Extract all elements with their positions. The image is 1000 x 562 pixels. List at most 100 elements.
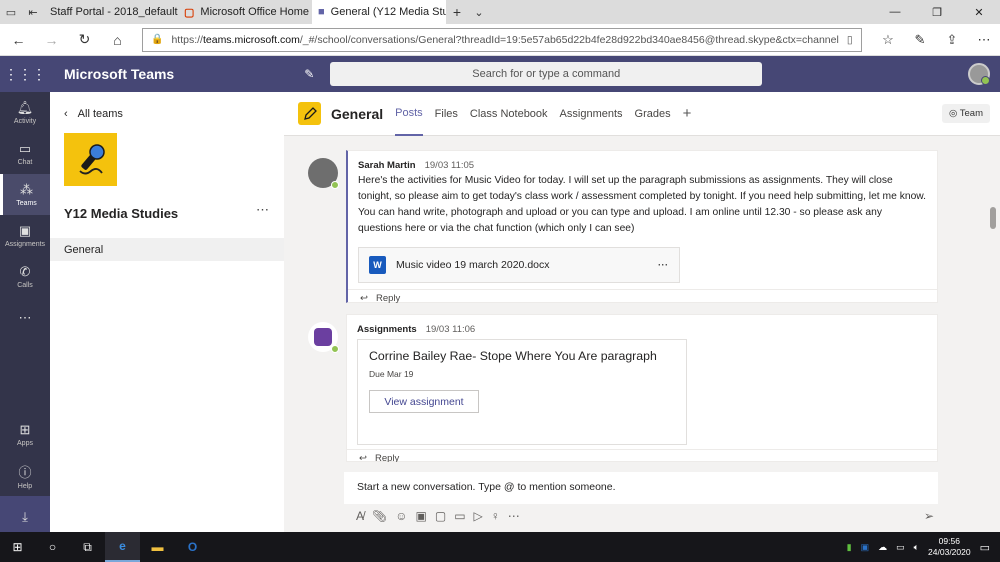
format-icon[interactable]: A̸ [356, 509, 364, 523]
browser-tab-office-home[interactable]: ▢ Microsoft Office Home [178, 0, 312, 24]
start-icon[interactable]: ⊞ [0, 532, 35, 562]
presence-badge [331, 181, 339, 189]
rail-item-activity[interactable]: 🔔︎ Activity [0, 92, 50, 133]
reply-button[interactable]: ↩ Reply [348, 289, 937, 307]
new-chat-icon[interactable]: ✎ [304, 67, 314, 81]
rail-item-help[interactable]: ⓘ Help [0, 455, 50, 496]
bell-icon: 🔔︎ [16, 100, 34, 115]
tray-app-icon[interactable]: ▮ [847, 542, 852, 553]
cortana-icon[interactable]: ○ [35, 532, 70, 562]
view-assignment-button[interactable]: View assignment [369, 390, 479, 413]
message-card: Assignments 19/03 11:06 Corrine Bailey R… [346, 314, 938, 462]
clock[interactable]: 09:56 24/03/2020 [928, 536, 971, 558]
reading-view-icon[interactable]: ▯ [847, 34, 853, 46]
tab-dropdown-icon[interactable]: ⌄ [468, 0, 490, 24]
rail-item-calls[interactable]: ✆ Calls [0, 256, 50, 297]
notifications-icon[interactable]: ▭ [980, 541, 990, 554]
tray-onedrive-icon[interactable]: ☁ [878, 542, 887, 553]
praise-icon[interactable]: ♀ [491, 509, 500, 523]
address-bar: ← → ↻ ⌂ 🔒 https://teams.microsoft.com/_#… [0, 24, 1000, 56]
task-view-icon[interactable]: ⧉ [70, 532, 105, 562]
minimize-icon[interactable]: — [874, 0, 916, 24]
tab-assignments[interactable]: Assignments [560, 92, 623, 136]
apps-icon: ⊞ [19, 422, 31, 437]
assignment-title: Corrine Bailey Rae- Stope Where You Are … [369, 349, 657, 363]
tray-network-icon[interactable]: ▭ [896, 542, 905, 553]
scrollbar[interactable] [990, 207, 996, 229]
rail-more-icon[interactable]: ⋯ [0, 297, 50, 338]
tab-grades[interactable]: Grades [635, 92, 671, 136]
lock-icon: 🔒 [151, 34, 164, 45]
team-button-label: Team [959, 108, 983, 119]
file-attachment[interactable]: W Music video 19 march 2020.docx ⋯ [358, 247, 680, 283]
window-close-icon[interactable]: ✕ [958, 0, 1000, 24]
forward-icon[interactable]: → [35, 24, 68, 56]
back-tabs-icon[interactable]: ⇤ [22, 0, 44, 24]
search-input[interactable]: Search for or type a command [330, 62, 763, 86]
team-more-icon[interactable]: ⋯ [256, 202, 270, 218]
meet-now-icon[interactable]: ▭ [454, 509, 465, 523]
file-explorer-icon[interactable]: ▬ [140, 532, 175, 562]
refresh-icon[interactable]: ↻ [68, 24, 101, 56]
waffle-icon[interactable]: ⋮⋮⋮ [0, 66, 50, 83]
favorite-star-icon[interactable]: ☆ [861, 34, 862, 46]
attach-icon[interactable]: 📎︎ [372, 509, 387, 523]
file-more-icon[interactable]: ⋯ [658, 259, 670, 271]
avatar[interactable] [308, 322, 339, 353]
rail-item-teams[interactable]: ⁂ Teams [0, 174, 50, 215]
home-icon[interactable]: ⌂ [101, 24, 134, 56]
rail-item-apps[interactable]: ⊞ Apps [0, 414, 50, 455]
giphy-icon[interactable]: ▣ [416, 509, 427, 523]
send-icon[interactable]: ➢ [924, 509, 934, 523]
browser-tab-general[interactable]: ■ General (Y12 Media Stu ✕ [312, 0, 446, 24]
tab-title: General (Y12 Media Stu [330, 6, 446, 18]
rail-item-assignments[interactable]: ▣ Assignments [0, 215, 50, 256]
tray-outlook-icon[interactable]: ▣ [861, 542, 870, 553]
share-icon[interactable]: ⇪ [936, 32, 968, 48]
new-tab-icon[interactable]: + [446, 0, 468, 24]
tab-files[interactable]: Files [435, 92, 458, 136]
outlook-icon[interactable]: O [175, 532, 210, 562]
teams-tab-icon: ■ [318, 6, 325, 18]
channel-item-general[interactable]: General [50, 238, 284, 261]
more-icon[interactable]: ⋯ [968, 32, 1000, 48]
restore-icon[interactable]: ❐ [916, 0, 958, 24]
tab-list-icon[interactable]: ▭ [0, 0, 22, 24]
reply-button[interactable]: ↩ Reply [347, 449, 937, 462]
channel-title: General [331, 105, 384, 122]
tray-volume-icon[interactable]: 🔈︎ [914, 542, 919, 553]
rail-label: Activity [13, 118, 37, 125]
word-doc-icon: W [369, 256, 386, 274]
office-icon: ▢ [184, 6, 195, 19]
rail-label: Chat [17, 159, 33, 166]
url-field[interactable]: 🔒 https://teams.microsoft.com/_#/school/… [142, 27, 862, 52]
tab-class-notebook[interactable]: Class Notebook [470, 92, 548, 136]
all-teams-link[interactable]: ‹ All teams [64, 108, 123, 120]
compose-input[interactable]: Start a new conversation. Type @ to ment… [344, 472, 938, 504]
add-tab-icon[interactable]: + [683, 105, 692, 122]
back-icon[interactable]: ← [2, 24, 35, 56]
edge-icon[interactable]: e [105, 532, 140, 562]
favorites-icon[interactable]: ☆ [872, 32, 904, 48]
avatar[interactable] [968, 63, 990, 85]
message-body: Here's the activities for Music Video fo… [358, 175, 927, 234]
team-button[interactable]: ◎ Team [942, 104, 990, 123]
sticker-icon[interactable]: ▢ [435, 509, 446, 523]
rail-label: Apps [17, 440, 33, 447]
message-sender: Assignments [357, 324, 417, 335]
avatar[interactable] [308, 158, 339, 189]
clock-date: 24/03/2020 [928, 547, 971, 557]
tab-title: Staff Portal - 2018_default [50, 6, 178, 18]
stream-icon[interactable]: ▷ [474, 509, 483, 523]
conversation-list: Sarah Martin 19/03 11:05 Here's the acti… [284, 136, 1000, 462]
rail-item-download[interactable]: ⤓ [0, 496, 50, 537]
pen-icon[interactable]: ✎ [904, 32, 936, 48]
channel-pencil-icon [298, 102, 321, 125]
assignments-bot-icon [314, 328, 332, 346]
rail-item-chat[interactable]: ▭ Chat [0, 133, 50, 174]
browser-tab-staff-portal[interactable]: Staff Portal - 2018_default [44, 0, 178, 24]
more-options-icon[interactable]: ⋯ [508, 509, 520, 523]
windows-taskbar: ⊞ ○ ⧉ e ▬ O ▮ ▣ ☁ ▭ 🔈︎ 09:56 24/03/2020 … [0, 532, 1000, 562]
emoji-icon[interactable]: ☺ [395, 509, 407, 523]
tab-posts[interactable]: Posts [395, 92, 423, 136]
